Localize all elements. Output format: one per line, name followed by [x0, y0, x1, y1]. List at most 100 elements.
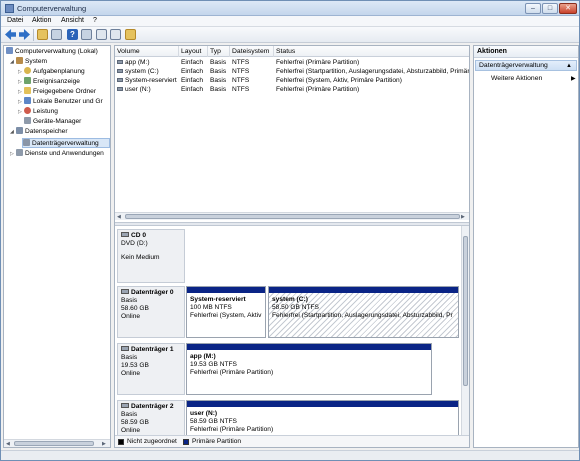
disk-1[interactable]: Datenträger 1 Basis 19.53 GB Online app … [117, 343, 457, 395]
expand-icon[interactable]: ▷ [18, 67, 23, 77]
scroll-thumb[interactable] [14, 441, 94, 446]
close-button[interactable]: ✕ [559, 3, 577, 14]
tree-horizontal-scrollbar[interactable]: ◀ ▶ [4, 439, 110, 447]
properties-icon[interactable] [96, 29, 107, 40]
collapse-icon[interactable]: ◢ [10, 127, 15, 137]
hard-disk-icon [121, 289, 129, 294]
collapse-up-icon[interactable]: ▲ [566, 61, 572, 71]
tree-item-shared-folders[interactable]: ▷ Freigegebene Ordner [18, 87, 96, 97]
services-icon [16, 149, 23, 156]
back-arrow-icon[interactable] [5, 29, 16, 40]
volume-list-horizontal-scrollbar[interactable]: ◀ ▶ [115, 212, 469, 220]
tree-item-storage[interactable]: ◢ Datenspeicher [10, 127, 68, 137]
volume-icon [117, 69, 123, 73]
tree-item-task-scheduler[interactable]: ▷ Aufgabenplanung [18, 67, 85, 77]
app-icon [5, 4, 14, 13]
cd-drive-icon [121, 232, 129, 237]
volume-icon [117, 87, 123, 91]
disk-0[interactable]: Datenträger 0 Basis 58.60 GB Online Syst… [117, 286, 459, 338]
settings-icon[interactable] [125, 29, 136, 40]
scroll-right-icon[interactable]: ▶ [102, 441, 106, 447]
toolbar-separator [33, 29, 34, 41]
actions-header: Aktionen [474, 46, 578, 58]
tree-item-disk-management[interactable]: Datenträgerverwaltung [22, 138, 110, 148]
partition-bar [269, 287, 458, 293]
col-status[interactable]: Status [274, 46, 469, 57]
maximize-button[interactable]: □ [542, 3, 558, 14]
disk-label: Datenträger 1 Basis 19.53 GB Online [117, 343, 185, 395]
disk-graphical-view: CD 0 DVD (D:) Kein Medium Datenträger 0 … [115, 226, 469, 440]
volume-row[interactable]: system (C:) Einfach Basis NTFS Fehlerfre… [115, 67, 469, 76]
partition-system-reserved[interactable]: System-reserviert 100 MB NTFS Fehlerfrei (… [186, 286, 266, 338]
scroll-thumb[interactable] [125, 214, 460, 219]
tree-item-services[interactable]: ▷ Dienste und Anwendungen [10, 149, 104, 159]
show-hide-tree-icon[interactable] [51, 29, 62, 40]
actions-pane: Aktionen Datenträgerverwaltung ▲ Weitere… [473, 45, 579, 448]
export-icon[interactable] [110, 29, 121, 40]
scroll-right-icon[interactable]: ▶ [461, 214, 465, 220]
menu-aktion[interactable]: Aktion [32, 17, 51, 24]
partition-app-m[interactable]: app (M:) 19.53 GB NTFS Fehlerfrei (Primäre… [186, 343, 432, 395]
storage-icon [16, 127, 23, 134]
scroll-thumb[interactable] [463, 236, 468, 386]
computer-icon [6, 47, 13, 54]
disk-view-vertical-scrollbar[interactable] [461, 226, 469, 435]
performance-icon [24, 107, 31, 114]
volume-row[interactable]: app (M:) Einfach Basis NTFS Fehlerfrei (… [115, 58, 469, 67]
legend-swatch-primary [183, 439, 189, 445]
volume-row[interactable]: System-reserviert Einfach Basis NTFS Feh… [115, 76, 469, 85]
disk-management-icon [23, 139, 30, 146]
legend-primary: Primäre Partition [192, 438, 242, 445]
legend-swatch-unallocated [118, 439, 124, 445]
disk-cd0[interactable]: CD 0 DVD (D:) Kein Medium [117, 229, 457, 283]
col-filesystem[interactable]: Dateisystem [230, 46, 274, 57]
expand-icon[interactable]: ▷ [10, 149, 15, 159]
partition-system-c[interactable]: system (C:) 58.50 GB NTFS Fehlerfrei (Star… [268, 286, 459, 338]
disk-management-pane: Volume Layout Typ Dateisystem Status app… [114, 45, 470, 448]
legend-unallocated: Nicht zugeordnet [127, 438, 177, 445]
volume-row[interactable]: user (N:) Einfach Basis NTFS Fehlerfrei … [115, 85, 469, 94]
minimize-button[interactable]: – [525, 3, 541, 14]
col-layout[interactable]: Layout [179, 46, 208, 57]
volume-list-header: Volume Layout Typ Dateisystem Status [115, 46, 469, 57]
expand-icon[interactable]: ▷ [18, 87, 23, 97]
disk-2[interactable]: Datenträger 2 Basis 58.59 GB Online user… [117, 400, 459, 440]
expand-icon[interactable]: ▷ [18, 97, 23, 107]
status-bar [1, 450, 579, 460]
col-volume[interactable]: Volume [115, 46, 179, 57]
partition-user-n[interactable]: user (N:) 58.59 GB NTFS Fehlerfrei (Primär… [186, 400, 459, 440]
tree-item-local-users[interactable]: ▷ Lokale Benutzer und Gr [18, 97, 103, 107]
view-icon[interactable] [81, 29, 92, 40]
partition-bar [187, 287, 265, 293]
menu-bar: Datei Aktion Ansicht ? [1, 16, 579, 27]
help-icon[interactable]: ? [67, 29, 78, 40]
submenu-arrow-icon[interactable]: ▶ [571, 75, 576, 82]
menu-ansicht[interactable]: Ansicht [61, 17, 84, 24]
scroll-left-icon[interactable]: ◀ [117, 214, 121, 220]
menu-datei[interactable]: Datei [7, 17, 23, 24]
tree-item-device-manager[interactable]: Geräte-Manager [24, 117, 81, 127]
tree-item-event-viewer[interactable]: ▷ Ereignisanzeige [18, 77, 80, 87]
scroll-left-icon[interactable]: ◀ [6, 441, 10, 447]
disk-label: CD 0 DVD (D:) Kein Medium [117, 229, 185, 283]
tree-item-system[interactable]: ◢ System [10, 57, 47, 67]
col-type[interactable]: Typ [208, 46, 230, 57]
computer-management-window: Computerverwaltung – □ ✕ Datei Aktion An… [0, 0, 580, 461]
volume-icon [117, 60, 123, 64]
users-icon [24, 97, 31, 104]
up-folder-icon[interactable] [37, 29, 48, 40]
tree-root[interactable]: Computerverwaltung (Lokal) [6, 47, 98, 57]
expand-icon[interactable]: ▷ [18, 77, 23, 87]
title-bar: Computerverwaltung – □ ✕ [1, 1, 579, 16]
expand-icon[interactable]: ▷ [18, 107, 23, 117]
tree-item-performance[interactable]: ▷ Leistung [18, 107, 58, 117]
shared-folder-icon [24, 87, 31, 94]
forward-arrow-icon[interactable] [19, 29, 30, 40]
event-viewer-icon [24, 77, 31, 84]
legend: Nicht zugeordnet Primäre Partition [115, 435, 469, 447]
partition-bar [187, 401, 458, 407]
actions-section-disk-management[interactable]: Datenträgerverwaltung ▲ [475, 60, 577, 71]
more-actions-link[interactable]: Weitere Aktionen [491, 75, 542, 82]
collapse-icon[interactable]: ◢ [10, 57, 15, 67]
menu-help[interactable]: ? [93, 17, 97, 24]
